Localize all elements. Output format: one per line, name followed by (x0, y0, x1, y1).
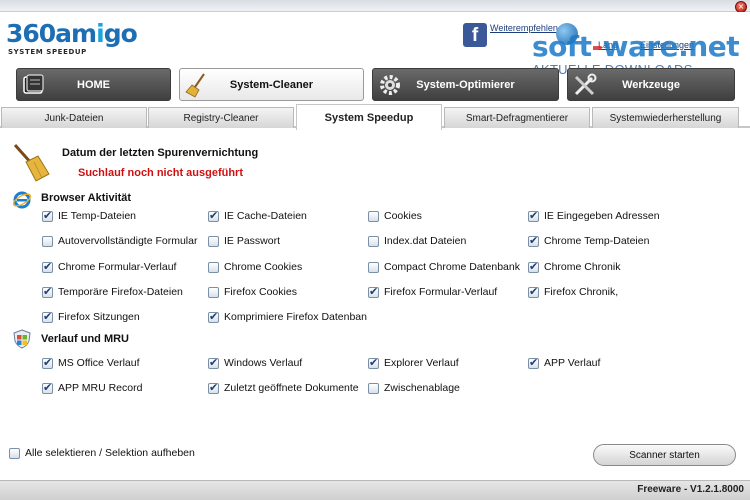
tab-tools[interactable]: Werkzeuge (567, 68, 735, 101)
gear-icon (380, 75, 400, 95)
tools-icon (574, 73, 597, 96)
option-app-history[interactable]: APP Verlauf (528, 356, 600, 370)
checkbox[interactable] (42, 381, 53, 394)
windows-shield-icon (13, 329, 31, 349)
option-ie-typed-urls[interactable]: IE Eingegeben Adressen (528, 209, 660, 223)
checkbox[interactable] (9, 447, 20, 459)
tab-system-cleaner[interactable]: System-Cleaner (179, 68, 364, 101)
book-icon (23, 74, 44, 94)
checkbox[interactable] (368, 382, 379, 394)
option-index-dat[interactable]: Index.dat Dateien (368, 234, 466, 248)
window-title-bar: × (0, 0, 750, 13)
option-cookies[interactable]: Cookies (368, 209, 422, 223)
tab-system-optimizer[interactable]: System-Optimierer (372, 68, 559, 101)
tab-system-speedup[interactable]: System Speedup (296, 104, 442, 130)
option-chrome-history[interactable]: Chrome Chronik (528, 260, 620, 274)
checkbox[interactable] (208, 356, 219, 369)
last-cleanup-label: Datum der letzten Spurenvernichtung (62, 147, 259, 159)
option-chrome-cookies[interactable]: Chrome Cookies (208, 260, 302, 274)
option-app-mru-record[interactable]: APP MRU Record (42, 381, 142, 395)
option-firefox-temp-files[interactable]: Temporäre Firefox-Dateien (42, 285, 183, 299)
tab-smart-defrag[interactable]: Smart-Defragmentierer (444, 107, 590, 128)
option-recent-documents[interactable]: Zuletzt geöffnete Dokumente (208, 381, 359, 395)
checkbox[interactable] (528, 260, 539, 273)
checkbox[interactable] (368, 356, 379, 369)
option-firefox-sessions[interactable]: Firefox Sitzungen (42, 310, 140, 324)
option-firefox-form-history[interactable]: Firefox Formular-Verlauf (368, 285, 497, 299)
checkbox[interactable] (528, 356, 539, 369)
checkbox[interactable] (528, 234, 539, 247)
tab-junk-files[interactable]: Junk-Dateien (1, 107, 147, 128)
option-firefox-cookies[interactable]: Firefox Cookies (208, 285, 297, 299)
checkbox[interactable] (368, 285, 379, 298)
checkbox[interactable] (42, 310, 53, 323)
checkbox[interactable] (208, 310, 219, 323)
option-ms-office-history[interactable]: MS Office Verlauf (42, 356, 140, 370)
option-compact-chrome-db[interactable]: Compact Chrome Datenbank (368, 260, 520, 274)
checkbox[interactable] (42, 285, 53, 298)
option-firefox-history[interactable]: Firefox Chronik, (528, 285, 618, 299)
checkbox[interactable] (208, 286, 219, 298)
checkbox[interactable] (208, 261, 219, 273)
checkbox[interactable] (42, 209, 53, 222)
option-autocomplete-forms[interactable]: Autovervollständigte Formular (42, 234, 197, 248)
checkbox[interactable] (42, 260, 53, 273)
option-clipboard[interactable]: Zwischenablage (368, 381, 460, 395)
app-logo: 360amigo SYSTEM SPEEDUP (6, 19, 138, 57)
status-bar: Freeware - V1.2.1.8000 (0, 480, 750, 500)
checkbox[interactable] (368, 235, 379, 247)
tab-home[interactable]: HOME (16, 68, 171, 101)
checkbox[interactable] (42, 235, 53, 247)
checkbox[interactable] (42, 356, 53, 369)
checkbox[interactable] (208, 381, 219, 394)
option-chrome-form-history[interactable]: Chrome Formular-Verlauf (42, 260, 176, 274)
option-ie-password[interactable]: IE Passwort (208, 234, 280, 248)
option-compact-firefox-db[interactable]: Komprimiere Firefox Datenban (208, 310, 367, 324)
checkbox[interactable] (528, 285, 539, 298)
checkbox[interactable] (368, 210, 379, 222)
app-header: 360amigo SYSTEM SPEEDUP f Weiterempfehle… (0, 12, 750, 77)
start-scan-button[interactable]: Scanner starten (593, 444, 736, 466)
mru-section-title: Verlauf und MRU (41, 333, 130, 345)
option-windows-history[interactable]: Windows Verlauf (208, 356, 302, 370)
option-explorer-history[interactable]: Explorer Verlauf (368, 356, 459, 370)
tab-registry-cleaner[interactable]: Registry-Cleaner (148, 107, 294, 128)
browser-section-title: Browser Aktivität (41, 192, 132, 204)
checkbox[interactable] (528, 209, 539, 222)
broom-icon (13, 143, 50, 182)
broom-icon (185, 73, 205, 98)
checkbox[interactable] (208, 235, 219, 247)
sub-tabs: Junk-Dateien Registry-Cleaner System Spe… (0, 104, 750, 130)
option-ie-temp-files[interactable]: IE Temp-Dateien (42, 209, 136, 223)
option-chrome-temp-files[interactable]: Chrome Temp-Dateien (528, 234, 649, 248)
checkbox[interactable] (208, 209, 219, 222)
option-ie-cache-files[interactable]: IE Cache-Dateien (208, 209, 307, 223)
checkbox[interactable] (368, 261, 379, 273)
version-label: Freeware - V1.2.1.8000 (637, 484, 744, 495)
select-all-toggle[interactable]: Alle selektieren / Selektion aufheben (9, 446, 195, 460)
facebook-icon[interactable]: f (463, 23, 487, 47)
tab-system-restore[interactable]: Systemwiederherstellung (592, 107, 739, 128)
ie-icon (12, 191, 32, 209)
main-tabs: HOME System-Cleaner System-Optimierer We… (0, 68, 750, 104)
logo-subtitle: SYSTEM SPEEDUP (8, 48, 87, 56)
last-cleanup-status: Suchlauf noch nicht ausgeführt (78, 167, 244, 179)
